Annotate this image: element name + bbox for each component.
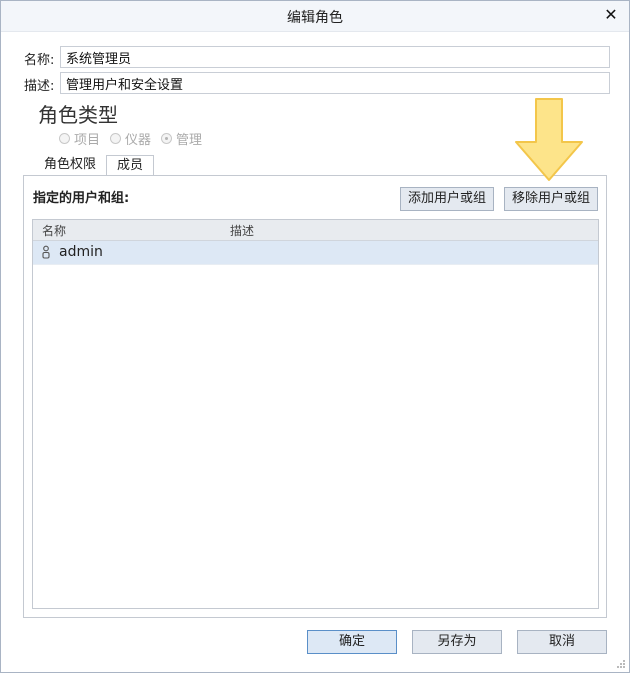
tab-bar: 角色权限 成员 [34,155,155,176]
tab-members[interactable]: 成员 [106,155,155,176]
column-header-name[interactable]: 名称 [42,222,66,239]
radio-admin[interactable]: 管理 [161,129,202,148]
cancel-button[interactable]: 取消 [517,630,607,654]
radio-instrument-label: 仪器 [125,133,152,148]
members-panel: 指定的用户和组: 添加用户或组 移除用户或组 名称 描述 admin [23,175,607,618]
radio-admin-circle [161,133,173,144]
table-row[interactable]: admin [33,241,598,265]
radio-instrument[interactable]: 仪器 [110,129,151,148]
role-type-options: 项目 仪器 管理 [59,129,202,148]
title-bar[interactable]: 编辑角色 ✕ [1,1,629,32]
window-title: 编辑角色 [287,10,343,26]
tab-role-permissions[interactable]: 角色权限 [34,155,106,176]
list-header: 名称 描述 [33,220,598,241]
assigned-users-label: 指定的用户和组: [33,191,130,206]
arrow-down-icon [515,98,583,181]
name-field[interactable] [60,46,610,68]
user-icon [42,245,50,259]
radio-project-label: 项目 [74,133,101,148]
ok-button[interactable]: 确定 [307,630,397,654]
members-list[interactable]: 名称 描述 admin [32,219,599,609]
remove-user-or-group-button[interactable]: 移除用户或组 [504,187,598,211]
row-name: admin [59,244,103,260]
resize-grip-icon[interactable] [616,659,626,669]
description-label: 描述: [24,79,55,94]
name-label: 名称: [24,53,55,68]
role-type-title: 角色类型 [38,103,118,127]
radio-project-circle [59,133,70,144]
add-user-or-group-button[interactable]: 添加用户或组 [400,187,494,211]
description-field[interactable] [60,72,610,94]
radio-instrument-circle [110,133,122,144]
radio-project[interactable]: 项目 [59,129,100,148]
column-header-description[interactable]: 描述 [230,222,254,239]
close-icon[interactable]: ✕ [601,5,621,25]
radio-admin-label: 管理 [176,133,203,148]
dialog-window: 编辑角色 ✕ 名称: 描述: 角色类型 项目 仪器 管理 角色权限 成员 指定的… [0,0,630,673]
save-as-button[interactable]: 另存为 [412,630,502,654]
